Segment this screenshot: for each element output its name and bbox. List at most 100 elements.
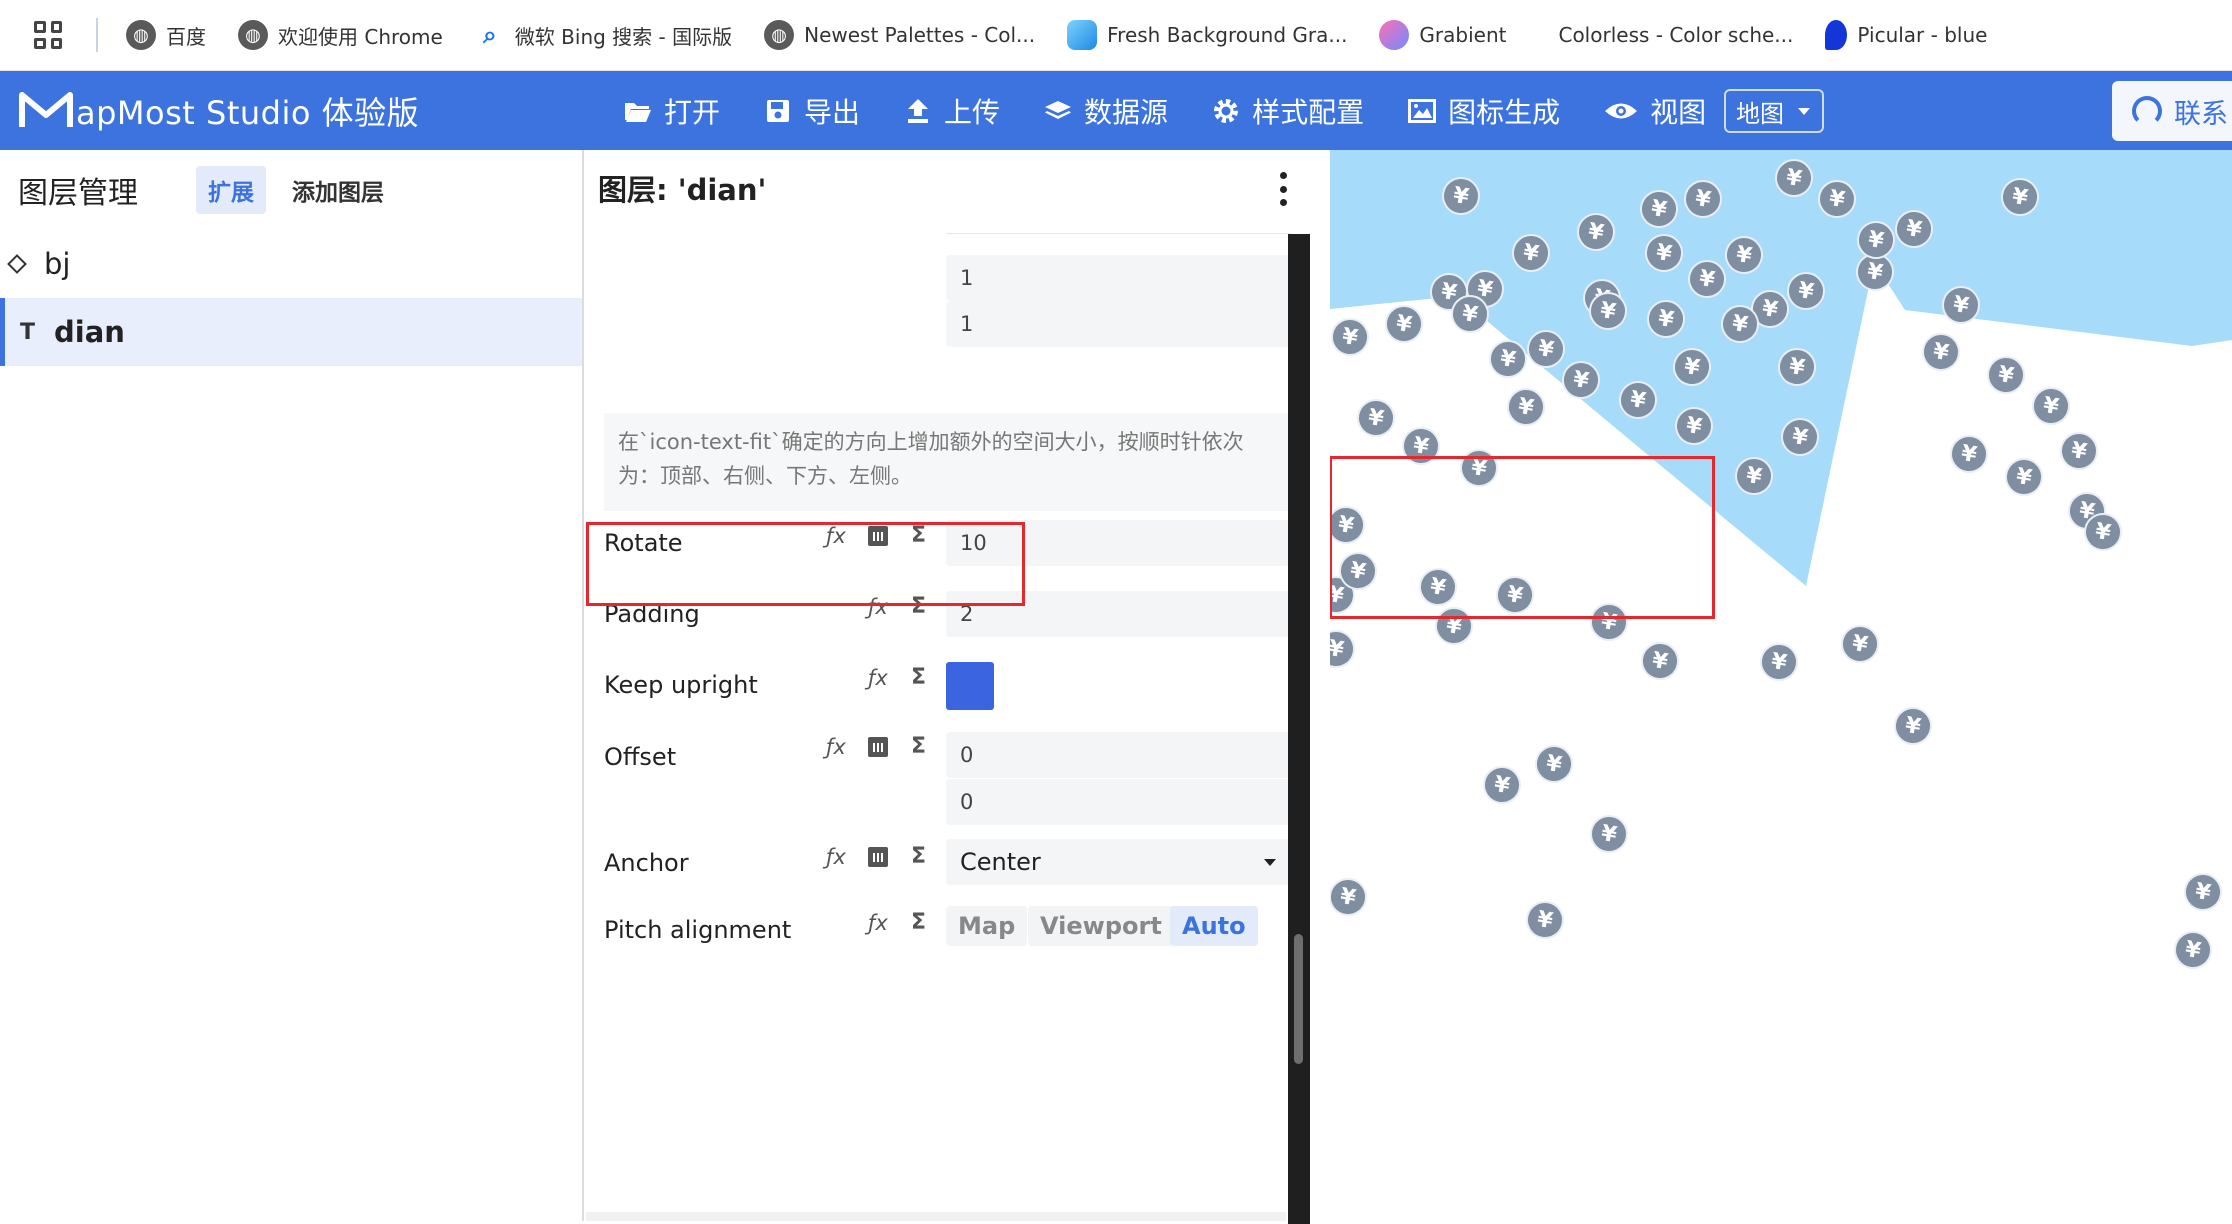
bookmark-fresh-background[interactable]: Fresh Background Gra...: [1067, 0, 1379, 71]
headset-icon: [2132, 96, 2162, 126]
brand[interactable]: apMost Studio 体验版: [0, 71, 600, 150]
save-icon: [764, 97, 792, 125]
app-header: apMost Studio 体验版 打开 导出 上传 数据源 样式配置 图标生成…: [0, 71, 2232, 150]
globe-icon: ◍: [126, 20, 156, 50]
icon-text-fit-padding-input[interactable]: 1: [946, 255, 1290, 301]
fresh-icon: [1067, 20, 1098, 50]
bookmark-colorless[interactable]: Colorless - Color sche...: [1538, 0, 1825, 71]
layer-panel: 图层管理 扩展 添加图层 bj T dian: [0, 150, 584, 1221]
main-nav: 打开 导出 上传 数据源 样式配置 图标生成 视图: [624, 71, 1720, 150]
picular-icon: [1825, 20, 1848, 50]
pitch-alignment-segmented: Map Viewport Auto: [946, 906, 1290, 946]
nav-icon-generate-label: 图标生成: [1448, 95, 1561, 129]
editor-scrollbar[interactable]: [1288, 234, 1310, 1224]
nav-view[interactable]: 视图: [1604, 71, 1706, 150]
nav-style-config[interactable]: 样式配置: [1212, 71, 1364, 150]
contact-button[interactable]: 联系: [2112, 81, 2232, 141]
bookmark-newest-palettes[interactable]: ◍ Newest Palettes - Col...: [764, 0, 1067, 71]
bookmarks-separator: [96, 18, 98, 52]
nav-datasource[interactable]: 数据源: [1044, 71, 1168, 150]
layer-panel-header: 图层管理 扩展 添加图层: [0, 150, 582, 230]
eye-icon: [1604, 97, 1638, 125]
nav-open-label: 打开: [664, 95, 721, 129]
function-icon[interactable]: ƒx: [826, 735, 846, 759]
nav-view-label: 视图: [1650, 95, 1707, 129]
bookmark-bing[interactable]: ⌕ 微软 Bing 搜索 - 国际版: [475, 0, 764, 71]
scrollbar-thumb[interactable]: [1294, 934, 1303, 1064]
chevron-down-icon: [1264, 859, 1276, 866]
symbol-layer-icon: T: [20, 319, 36, 345]
layer-editor: 图层: 'dian' 1 1 在`icon-text-fit`确定的方向上增加额…: [586, 150, 1310, 1224]
anchor-value: Center: [960, 848, 1041, 876]
layer-item-bj[interactable]: bj: [0, 230, 582, 298]
nav-export-label: 导出: [804, 95, 861, 129]
fill-layer-icon: [7, 254, 27, 274]
expression-sigma-icon[interactable]: Σ: [911, 910, 926, 935]
bookmark-baidu[interactable]: ◍ 百度: [126, 0, 238, 71]
nav-style-config-label: 样式配置: [1252, 95, 1365, 129]
layer-name: bj: [44, 247, 71, 281]
upload-icon: [904, 97, 932, 125]
brand-title: apMost Studio 体验版: [76, 93, 420, 132]
field-divider: [946, 226, 1290, 234]
layers-icon: [1044, 97, 1072, 125]
bookmark-label: Newest Palettes - Col...: [804, 23, 1036, 47]
offset-x-input[interactable]: 0: [946, 732, 1290, 778]
function-icon[interactable]: ƒx: [826, 845, 846, 869]
expression-sigma-icon[interactable]: Σ: [911, 665, 926, 690]
offset-y-input[interactable]: 0: [946, 779, 1290, 825]
view-mode-value: 地图: [1736, 99, 1784, 128]
tab-extend[interactable]: 扩展: [196, 166, 266, 214]
bookmark-label: 欢迎使用 Chrome: [278, 24, 443, 49]
function-icon[interactable]: ƒx: [868, 911, 888, 935]
keep-upright-checkbox[interactable]: [946, 662, 994, 710]
editor-footer-strip: [586, 1212, 1286, 1221]
pitch-option-viewport[interactable]: Viewport: [1028, 906, 1174, 946]
gear-icon: [1212, 97, 1240, 125]
mapmost-logo-icon: [19, 91, 73, 127]
bookmark-label: Colorless - Color sche...: [1558, 23, 1794, 47]
bing-search-icon: ⌕: [483, 21, 497, 49]
layer-name: dian: [54, 315, 125, 349]
expression-sigma-icon[interactable]: Σ: [911, 734, 926, 759]
nav-export[interactable]: 导出: [764, 71, 860, 150]
data-chart-icon[interactable]: [868, 737, 888, 757]
bookmark-label: 微软 Bing 搜索 - 国际版: [514, 24, 733, 49]
offset-label: Offset: [604, 743, 677, 771]
anchor-select[interactable]: Center: [946, 839, 1290, 885]
nav-open[interactable]: 打开: [624, 71, 720, 150]
function-icon[interactable]: ƒx: [868, 666, 888, 690]
bookmark-chrome-welcome[interactable]: ◍ 欢迎使用 Chrome: [238, 0, 475, 71]
pitch-alignment-label: Pitch alignment: [604, 916, 792, 944]
globe-icon: ◍: [238, 20, 268, 50]
layer-editor-title: 图层: 'dian': [598, 173, 767, 207]
data-chart-icon[interactable]: [868, 847, 888, 867]
bookmark-grabient[interactable]: Grabient: [1379, 0, 1538, 71]
pitch-option-auto[interactable]: Auto: [1170, 906, 1258, 946]
layer-panel-title: 图层管理: [18, 176, 138, 211]
pitch-option-map[interactable]: Map: [946, 906, 1028, 946]
bookmark-picular[interactable]: Picular - blue: [1825, 0, 2019, 71]
bookmark-label: Picular - blue: [1857, 23, 1988, 47]
map-highlight-box: [1330, 456, 1715, 619]
bookmark-label: Grabient: [1419, 23, 1507, 47]
icon-text-fit-padding-input[interactable]: 1: [946, 301, 1290, 347]
map-canvas[interactable]: ¥ ¥ ¥ ¥ ¥ ¥ ¥ ¥ ¥ ¥ ¥ ¥ ¥ ¥ ¥ ¥ ¥ ¥ ¥ ¥ ¥ ¥ ¥ ¥ ¥ ¥ ¥ ¥ ¥ ¥ ¥ ¥ ¥ ¥ ¥ ¥ ¥ ¥ ¥ ¥…: [1330, 150, 2232, 1221]
nav-datasource-label: 数据源: [1084, 95, 1169, 129]
expression-sigma-icon[interactable]: Σ: [911, 844, 926, 869]
chevron-down-icon: [1798, 108, 1810, 115]
nav-icon-generate[interactable]: 图标生成: [1408, 71, 1560, 150]
apps-button[interactable]: [0, 0, 96, 71]
bookmark-label: 百度: [166, 24, 206, 49]
globe-icon: ◍: [764, 20, 795, 50]
image-icon: [1408, 97, 1437, 125]
more-menu-icon[interactable]: [1280, 172, 1288, 206]
rotate-highlight-box: [586, 522, 1025, 606]
layer-editor-header: 图层: 'dian': [586, 150, 1310, 226]
tab-add-layer[interactable]: 添加图层: [280, 166, 396, 214]
nav-upload[interactable]: 上传: [904, 71, 1000, 150]
apps-grid-icon: [34, 21, 62, 49]
layer-item-dian[interactable]: T dian: [0, 298, 582, 366]
property-description: 在`icon-text-fit`确定的方向上增加额外的空间大小，按顺时针依次为：…: [604, 413, 1290, 511]
view-mode-select[interactable]: 地图: [1724, 89, 1824, 133]
